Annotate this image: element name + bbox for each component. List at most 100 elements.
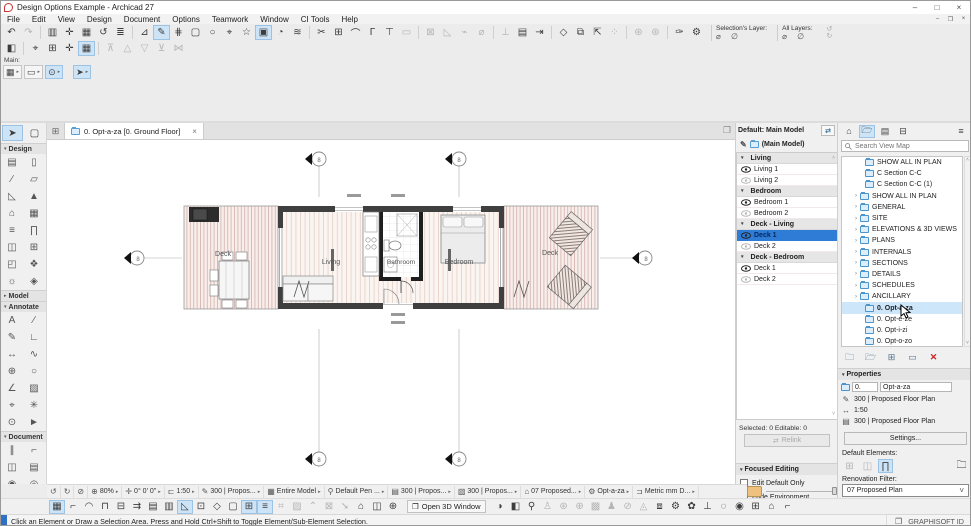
guide-icon[interactable]: ⊟ [113,500,129,514]
look-icon[interactable]: ⊕ [572,500,588,514]
redo-icon[interactable]: ↷ [20,25,37,40]
stretch-icon[interactable]: ⌁ [456,25,473,40]
tree-item[interactable]: › 0. Opt-i-zi [842,325,962,336]
measure-icon[interactable]: ✑ [671,25,688,40]
focused-editing-header[interactable]: Focused Editing [736,463,838,475]
star-hotspot-tool[interactable]: ✳ [23,397,45,414]
relative-icon[interactable]: ≡ [257,500,273,514]
expander-icon[interactable]: › [855,193,857,199]
tree-scrollbar[interactable]: ˄˅ [964,156,971,347]
fillet-icon[interactable]: ⌒ [347,25,364,40]
pen-set-combo[interactable]: ✎ 300 | Propos... [199,486,265,498]
duplicate-icon[interactable]: ⧉ [572,25,589,40]
history-undo-icon[interactable]: ↺ [826,26,832,33]
arrow-mode-combo[interactable]: ➤ [73,65,91,79]
level-dimension-tool[interactable]: ⌖ [1,397,23,414]
floor-plan-canvas[interactable]: ⊞ 0. Opt-a-za [0. Ground Floor] × ❐ [47,123,735,484]
pen-combo[interactable]: ⚲ Default Pen ... [325,486,389,498]
hatch2-icon[interactable]: ▥ [161,500,177,514]
menu-item[interactable]: Window [254,15,294,24]
snap-guides-icon[interactable]: ⋕ [170,25,187,40]
menu-item[interactable]: CI Tools [295,15,336,24]
favorites-icon[interactable]: ☆ [238,25,255,40]
tab-close-icon[interactable]: × [192,127,197,136]
railing-tool[interactable]: ∏ [23,222,45,239]
frame-icon[interactable]: ⊡ [193,500,209,514]
object-tool[interactable]: ❖ [23,256,45,273]
scale-combo[interactable]: ⊏ 1:50 [165,486,199,498]
story-below-icon[interactable]: ▽ [136,41,153,56]
render-icon[interactable]: ▩ [588,500,604,514]
visibility-eye-icon[interactable] [741,166,751,173]
layer-combination-combo[interactable]: ▤ 300 | Propos... [388,486,454,498]
story-above-icon[interactable]: △ [119,41,136,56]
grid-snap2-icon[interactable]: ⊞ [241,500,257,514]
door-tool[interactable]: ◫ [1,239,23,256]
snap-icon[interactable]: ⇉ [129,500,145,514]
toolbox-section-design[interactable]: ▾Design [1,143,46,154]
tree-item[interactable]: › ANCILLARY [842,291,962,302]
cutplane-icon[interactable]: ◬ [636,500,652,514]
settings-button[interactable]: Settings... [844,432,967,445]
fade-slider[interactable] [766,491,837,492]
toolbox-section-document[interactable]: ▾Document [1,431,46,442]
dimensions-combo[interactable]: ⊐ Metric mm D... [633,486,699,498]
figure-3d-icon[interactable]: ♙ [540,500,556,514]
more-options-icon[interactable]: ⁘ [606,25,623,40]
marker-tool[interactable]: ► [23,414,45,431]
tree-item[interactable]: › INTERNALS [842,247,962,258]
split-icon[interactable]: ⊞ [330,25,347,40]
morph-edit-icon[interactable]: ◇ [555,25,572,40]
home-icon[interactable]: ⌂ [353,500,369,514]
bim-cloud-icon[interactable]: ⊛ [647,25,664,40]
expander-icon[interactable]: › [855,294,857,300]
design-option-row[interactable]: Living [737,153,837,164]
circle-tool2-icon[interactable]: ◌ [716,500,732,514]
section-tool[interactable]: ∥ [1,442,23,459]
menu-item[interactable]: View [52,15,81,24]
circle-tool[interactable]: ○ [23,363,45,380]
tree-item[interactable]: › 0. Opt-o-zo [842,336,962,347]
transfer-settings-icon[interactable]: 🗀 [954,459,969,473]
design-option-row[interactable]: Deck - Living [737,219,837,230]
view-map-search[interactable] [841,140,969,152]
tab-opt-a-za[interactable]: 0. Opt-a-za [0. Ground Floor] × [65,123,204,139]
marquee-tool[interactable]: ▢ [24,125,45,141]
menu-item[interactable]: Help [336,15,364,24]
tree-item[interactable]: › SHOW ALL IN PLAN [842,157,962,168]
element-info-icon[interactable]: ▥ [44,25,61,40]
move-icon[interactable]: ✛ [61,25,78,40]
magnet-icon[interactable]: ⊓ [97,500,113,514]
interior-elevation-tool[interactable]: ◫ [1,459,23,476]
diamond-snap-icon[interactable]: ◇ [209,500,225,514]
menu-item[interactable]: Document [118,15,166,24]
design-option-row[interactable]: Bedroom 2 [737,208,837,219]
slab-tool[interactable]: ▱ [23,171,45,188]
hatch-icon[interactable]: ▤ [145,500,161,514]
fade-color-swatch[interactable] [747,486,762,497]
layer-combination-row[interactable]: ▤ 300 | Proposed Floor Plan [841,417,935,426]
document-icon[interactable]: ▭ [398,25,415,40]
radial-dimension-tool[interactable]: ⊙ [1,414,23,431]
mesh-tool[interactable]: ▲ [23,188,45,205]
clone-folder-icon[interactable]: ⊞ [884,351,899,364]
design-option-row[interactable]: Deck 1 [737,263,837,274]
design-option-combo[interactable]: ⚙ Opt-a-za [585,486,633,498]
scroll-up-icon[interactable]: ˄ [832,155,835,161]
navigator-menu-icon[interactable]: ≡ [953,125,969,138]
visibility-eye-icon[interactable] [741,232,751,239]
all-layers-icons[interactable]: ⌀ ∅ [782,32,808,41]
zoom-tool-icon[interactable]: ⊘ [74,486,88,498]
menu-item[interactable]: Options [166,15,206,24]
trim-icon[interactable]: ✂ [313,25,330,40]
menu-item[interactable]: Teamwork [206,15,254,24]
distribute-icon[interactable]: ⇥ [531,25,548,40]
layouts-combo[interactable]: ▦ [3,65,22,79]
camera2-icon[interactable]: ◉ [732,500,748,514]
mdi-close-button[interactable]: × [957,16,970,23]
orbit-icon[interactable]: ⊛ [556,500,572,514]
visibility-eye-icon[interactable] [741,265,751,272]
spline-tool[interactable]: ∿ [23,346,45,363]
design-option-row[interactable]: Deck - Bedroom [737,252,837,263]
expander-icon[interactable]: › [855,227,857,233]
